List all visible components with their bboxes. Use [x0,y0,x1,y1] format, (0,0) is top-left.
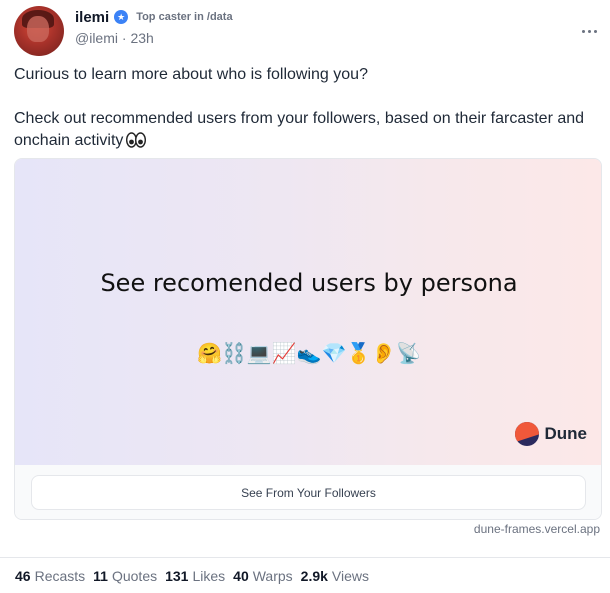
stat-quotes[interactable]: 11 Quotes [93,568,157,584]
cast-text: Curious to learn more about who is follo… [14,64,594,155]
stat-recasts[interactable]: 46 Recasts [15,568,85,584]
stat-count: 11 [93,568,108,584]
avatar[interactable] [14,6,64,56]
author-handle[interactable]: @ilemi [75,30,118,46]
dune-logo-icon [514,422,539,446]
frame-heading: See recomended users by persona [100,269,518,297]
eyes-emoji-icon [126,132,147,155]
more-dot [593,29,597,33]
avatar-face [27,16,49,42]
divider [0,557,610,558]
stat-likes[interactable]: 131 Likes [165,568,225,584]
cast-text-line-2-text: Check out recommended users from your fo… [14,110,585,149]
more-options-icon[interactable] [578,24,600,38]
stat-count: 131 [165,568,189,584]
more-dot [581,29,585,33]
engagement-stats: 46 Recasts 11 Quotes 131 Likes 40 Warps 2.9k… [15,568,369,584]
stat-label: Quotes [111,568,158,584]
cast-text-line-2: Check out recommended users from your fo… [14,108,594,155]
frame-domain-link[interactable]: dune-frames.vercel.app [474,522,600,536]
frame-footer: See From Your Followers [15,465,601,519]
persona-emoji-row: 🤗⛓️💻📈👟💎🥇👂📡 [196,343,422,365]
stat-label: Recasts [34,568,86,584]
stat-warps[interactable]: 40 Warps [233,568,293,584]
stat-label: Warps [252,568,293,584]
stat-views[interactable]: 2.9k Views [301,568,369,584]
author-handle-row: @ilemi · 23h [75,30,154,46]
dune-logo: Dune [514,422,588,446]
dune-brand-text: Dune [544,424,588,443]
separator-dot: · [121,30,127,46]
more-dot [587,29,591,33]
stat-label: Likes [192,568,226,584]
stat-count: 46 [15,568,31,584]
see-from-followers-button[interactable]: See From Your Followers [31,475,586,510]
author-name-row: ilemi ★ Top caster in /data [75,7,233,27]
cast-text-line-1: Curious to learn more about who is follo… [14,66,368,83]
stat-count: 2.9k [300,568,328,584]
frame-image[interactable]: See recomended users by persona 🤗⛓️💻📈👟💎🥇… [15,159,601,465]
cast-post: ilemi ★ Top caster in /data @ilemi · 23h… [0,0,610,593]
stat-count: 40 [233,568,249,584]
frame-embed: See recomended users by persona 🤗⛓️💻📈👟💎🥇… [14,158,602,520]
power-badge-icon: ★ [114,10,129,24]
top-caster-label[interactable]: Top caster in /data [136,11,232,23]
author-name[interactable]: ilemi [75,9,109,26]
stat-label: Views [331,568,370,584]
post-timestamp[interactable]: 23h [130,30,153,46]
